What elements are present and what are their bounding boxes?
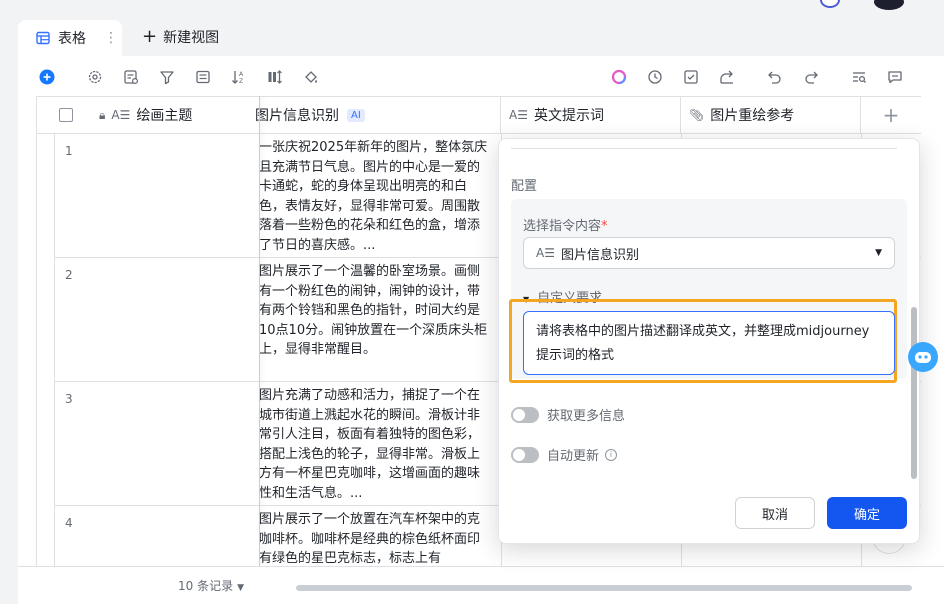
share-icon[interactable] bbox=[718, 68, 736, 86]
top-strip bbox=[0, 0, 944, 18]
checkbox-icon[interactable] bbox=[682, 68, 700, 86]
text-field-icon: A☰ bbox=[111, 108, 131, 122]
column-header-english-prompt[interactable]: A☰ 英文提示词 bbox=[501, 97, 681, 133]
row-index: 2 bbox=[65, 268, 73, 282]
auto-update-label: 自动更新 bbox=[547, 449, 600, 464]
row-height-icon[interactable] bbox=[266, 68, 284, 86]
more-info-toggle-row: 获取更多信息 bbox=[511, 405, 625, 424]
vertical-scrollbar[interactable] bbox=[911, 307, 917, 479]
select-instruction-label: 选择指令内容* bbox=[523, 215, 608, 234]
grid-footer: 10 条记录 ▼ bbox=[18, 566, 944, 604]
assistant-bot-icon[interactable] bbox=[906, 340, 940, 374]
tab-grid-view[interactable]: 表格 ⋮ bbox=[18, 20, 122, 56]
field-config-icon[interactable] bbox=[122, 68, 140, 86]
toolbar: AZ bbox=[18, 56, 944, 96]
cell-image-info[interactable]: 图片展示了一个温馨的卧室场景。画侧有一个粉红色的闹钟，闹钟的设计，带有两个铃铛和… bbox=[259, 262, 491, 380]
column-header-theme[interactable]: 🔒︎ A☰ 绘画主题 bbox=[37, 97, 259, 133]
more-vertical-icon[interactable]: ⋮ bbox=[104, 30, 118, 46]
new-view-button[interactable]: + 新建视图 bbox=[142, 26, 219, 47]
column-label: 英文提示词 bbox=[533, 108, 604, 124]
add-column-button[interactable]: + bbox=[861, 97, 921, 133]
undo-icon[interactable] bbox=[766, 68, 784, 86]
plus-icon: + bbox=[142, 26, 158, 47]
column-header-image-info[interactable]: 图片信息识别 AI bbox=[255, 97, 501, 133]
text-field-icon: A☰ bbox=[509, 108, 528, 122]
filter-icon[interactable] bbox=[158, 68, 176, 86]
svg-text:Z: Z bbox=[239, 78, 243, 85]
redo-icon[interactable] bbox=[802, 68, 820, 86]
instruction-select[interactable]: A☰ 图片信息识别 ▼ bbox=[523, 237, 895, 269]
record-count[interactable]: 10 条记录 ▼ bbox=[178, 577, 244, 594]
cell-image-info[interactable]: 图片展示了一个放置在汽车杯架中的克咖啡杯。咖啡杯是经典的棕色纸杯面印有绿色的星巴… bbox=[259, 510, 491, 566]
tab-grid-view-label: 表格 bbox=[58, 31, 86, 47]
app-window: 表格 ⋮ + 新建视图 AZ 🔒︎ A☰ 绘画主题 图片信息识别 AI A☰ 英… bbox=[0, 0, 944, 604]
cell-image-info[interactable]: 图片充满了动感和活力，捕捉了一个在城市街道上溅起水花的瞬间。滑板计非常引人注目，… bbox=[259, 386, 491, 504]
config-box: 选择指令内容* A☰ 图片信息识别 ▼ ▼ 自定义要求 请将表格中的图片描述翻译成… bbox=[509, 199, 907, 383]
more-info-switch[interactable] bbox=[511, 406, 539, 423]
more-info-label: 获取更多信息 bbox=[547, 409, 626, 424]
svg-text:A: A bbox=[239, 71, 244, 78]
custom-requirement-input[interactable]: 请将表格中的图片描述翻译成英文，并整理成midjourney提示词的格式 bbox=[523, 311, 895, 375]
cancel-button[interactable]: 取消 bbox=[735, 497, 815, 529]
chevron-down-icon: ▼ bbox=[875, 248, 882, 258]
record-count-label: 10 条记录 bbox=[178, 579, 234, 593]
attachment-icon: 📎︎ bbox=[689, 108, 705, 122]
text-field-icon: A☰ bbox=[536, 246, 555, 260]
frozen-column-edge bbox=[259, 96, 260, 566]
settings-icon[interactable] bbox=[86, 68, 104, 86]
ai-icon[interactable] bbox=[610, 68, 628, 86]
ai-config-popup: 配置 选择指令内容* A☰ 图片信息识别 ▼ ▼ 自定义要求 请将表格中的图片描述… bbox=[498, 138, 920, 544]
info-icon[interactable]: i bbox=[605, 448, 618, 461]
table-icon bbox=[36, 31, 50, 45]
select-all-checkbox[interactable] bbox=[59, 108, 73, 122]
column-label: 绘画主题 bbox=[136, 108, 193, 124]
popup-divider bbox=[511, 139, 897, 149]
required-mark: * bbox=[601, 219, 608, 234]
row-index: 1 bbox=[65, 144, 73, 158]
row-index: 3 bbox=[65, 392, 73, 406]
row-index: 4 bbox=[65, 516, 73, 530]
chevron-down-icon: ▼ bbox=[237, 583, 245, 593]
comment-icon[interactable] bbox=[886, 68, 904, 86]
selected-value: 图片信息识别 bbox=[560, 247, 639, 263]
view-tabs: 表格 ⋮ + 新建视图 bbox=[18, 18, 944, 56]
search-icon[interactable] bbox=[850, 68, 868, 86]
group-icon[interactable] bbox=[194, 68, 212, 86]
column-header-redraw-reference[interactable]: 📎︎ 图片重绘参考 bbox=[681, 97, 861, 133]
cell-image-info[interactable]: 一张庆祝2025年新年的图片，整体氛庆且充满节日气息。图片的中心是一爱的卡通蛇，… bbox=[259, 138, 491, 256]
paint-bucket-icon[interactable] bbox=[302, 68, 320, 86]
config-section-title: 配置 bbox=[511, 179, 538, 194]
column-label: 图片信息识别 bbox=[255, 108, 339, 124]
confirm-button[interactable]: 确定 bbox=[827, 497, 907, 529]
grid-header: 🔒︎ A☰ 绘画主题 图片信息识别 AI A☰ 英文提示词 📎︎ 图片重绘参考 … bbox=[37, 96, 921, 134]
sort-icon[interactable]: AZ bbox=[230, 68, 248, 86]
auto-update-switch[interactable] bbox=[511, 446, 539, 463]
select-label-text: 选择指令内容 bbox=[523, 219, 602, 234]
horizontal-scrollbar[interactable] bbox=[296, 585, 912, 591]
new-view-label: 新建视图 bbox=[163, 29, 220, 46]
auto-update-toggle-row: 自动更新 i bbox=[511, 445, 618, 464]
lock-icon: 🔒︎ bbox=[99, 107, 106, 122]
column-label: 图片重绘参考 bbox=[710, 108, 795, 124]
row-gutter bbox=[37, 134, 55, 566]
add-record-icon[interactable] bbox=[38, 68, 56, 86]
ai-badge: AI bbox=[347, 108, 365, 122]
clock-icon[interactable] bbox=[646, 68, 664, 86]
